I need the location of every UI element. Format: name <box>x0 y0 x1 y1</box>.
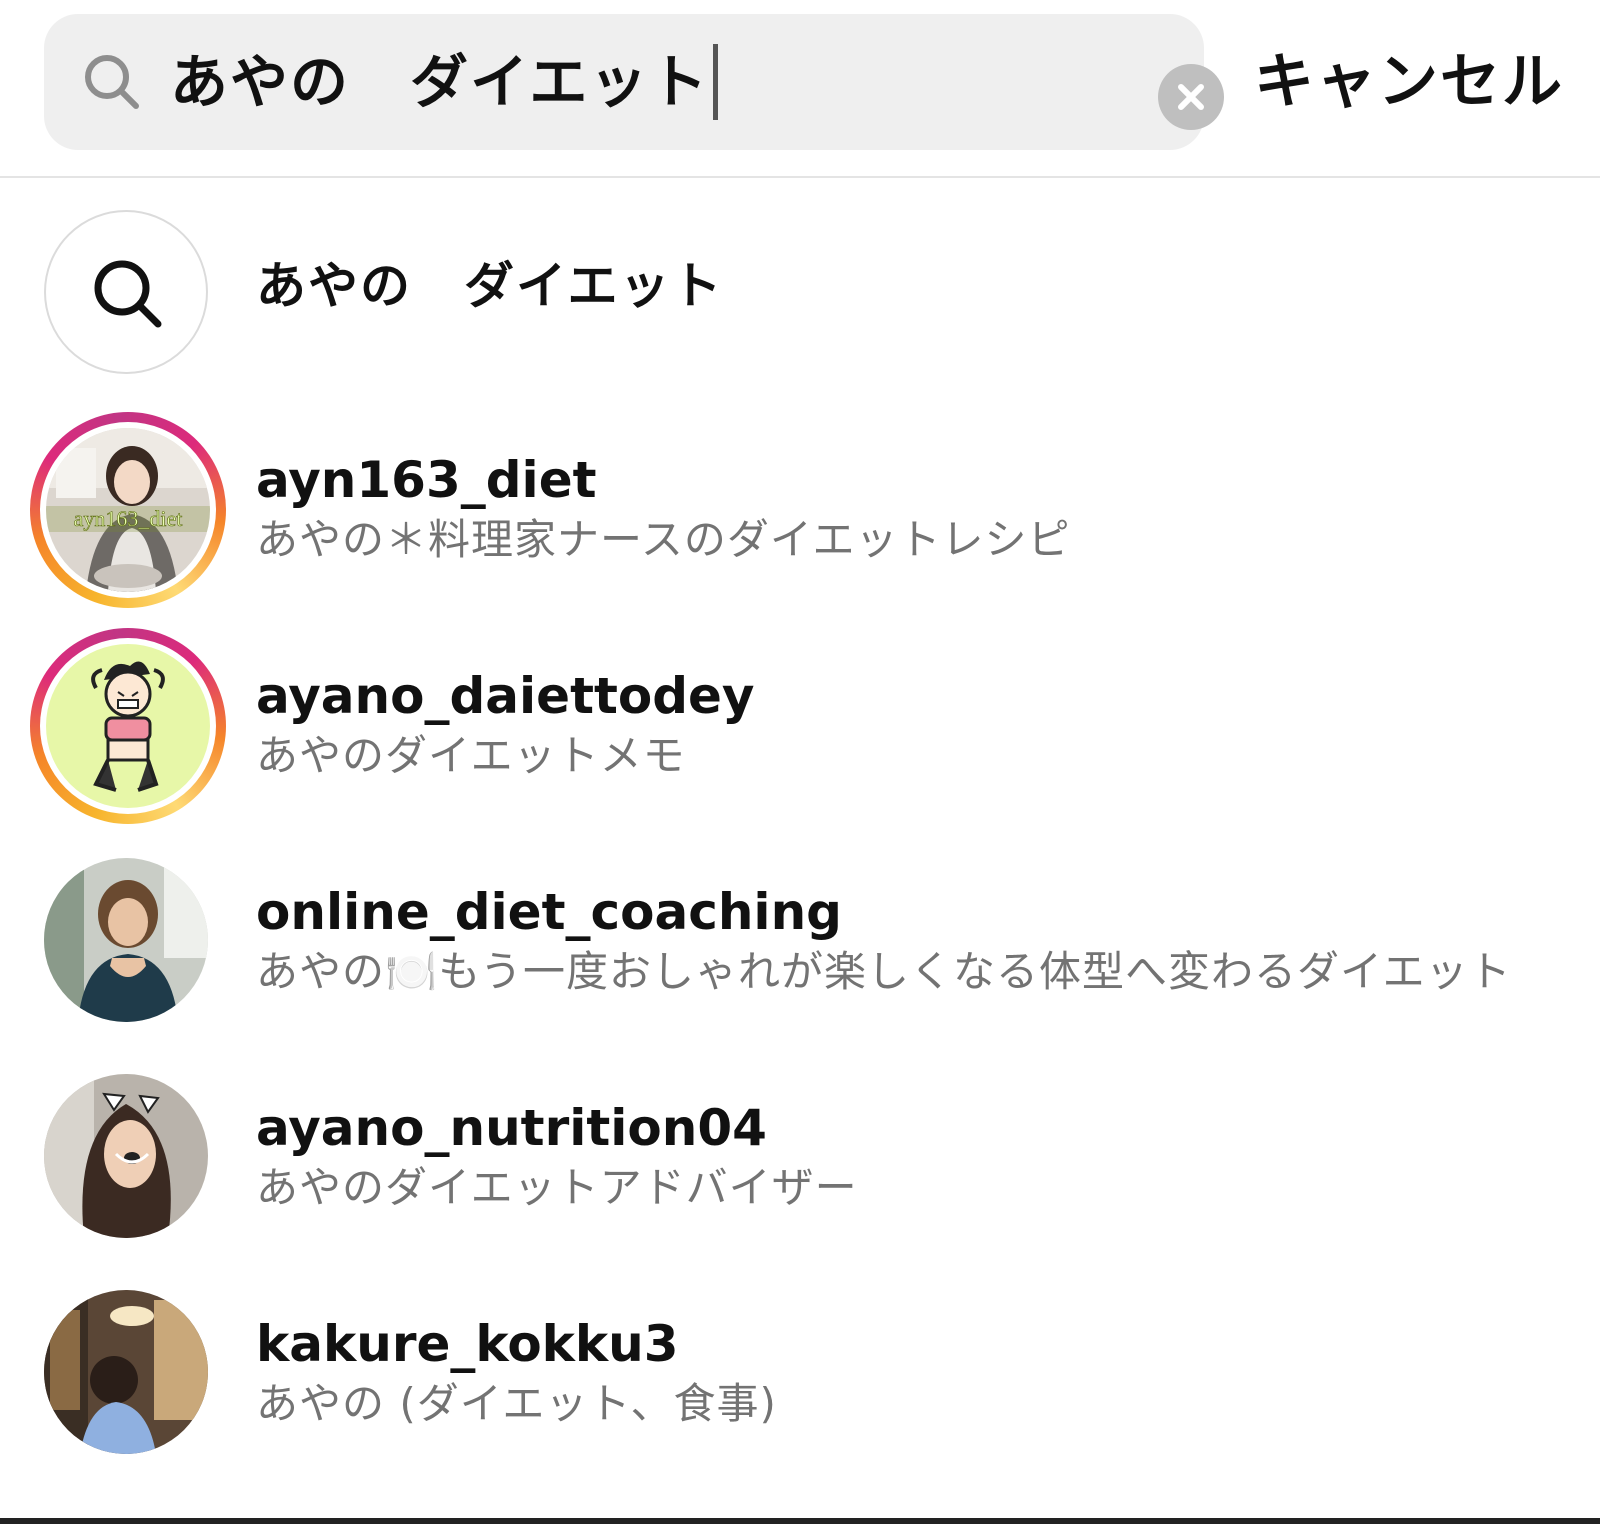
story-ring[interactable]: ayn163_diet <box>30 412 226 608</box>
result-full-name: あやの (ダイエット、食事) <box>256 1379 777 1428</box>
account-result-row[interactable]: online_diet_coaching あやの🍽️もう一度おしゃれが楽しくなる… <box>0 834 1600 1034</box>
result-full-name: あやの🍽️もう一度おしゃれが楽しくなる体型へ変わるダイエット <box>256 947 1512 996</box>
keyword-suggestion-row[interactable]: あやの ダイエット <box>0 186 1600 386</box>
result-full-name: あやの＊料理家ナースのダイエットレシピ <box>256 515 1071 564</box>
clear-search-button[interactable] <box>1158 64 1224 130</box>
text-caret <box>713 43 719 120</box>
avatar[interactable] <box>44 1290 208 1454</box>
search-icon <box>94 260 162 328</box>
avatar[interactable] <box>44 858 208 1022</box>
avatar[interactable] <box>44 1074 208 1238</box>
avatar <box>46 644 210 808</box>
result-username: ayano_daiettodey <box>256 667 755 725</box>
search-query: あやの ダイエット <box>170 14 719 150</box>
result-username: ayn163_diet <box>256 451 597 509</box>
search-input[interactable]: あやの ダイエット <box>44 14 1224 150</box>
account-result-row[interactable]: ayn163_diet ayn163_diet あやの＊料理家ナースのダイエット… <box>0 402 1600 608</box>
keyword-search-avatar <box>44 210 208 374</box>
search-header: あやの ダイエット キャンセル <box>0 0 1600 178</box>
result-username: online_diet_coaching <box>256 883 842 941</box>
result-full-name: あやのダイエットメモ <box>256 731 686 780</box>
keyword-suggestion-text: あやの ダイエット <box>256 257 724 315</box>
search-icon <box>85 55 139 109</box>
search-query-text: あやの ダイエット <box>170 48 710 116</box>
result-username: kakure_kokku3 <box>256 1315 679 1373</box>
account-result-row[interactable]: ayano_daiettodey あやのダイエットメモ <box>0 618 1600 824</box>
avatar: ayn163_diet <box>46 428 210 592</box>
story-ring[interactable] <box>30 628 226 824</box>
result-full-name: あやのダイエットアドバイザー <box>256 1163 858 1212</box>
account-result-row[interactable]: kakure_kokku3 あやの (ダイエット、食事) <box>0 1266 1600 1466</box>
result-username: ayano_nutrition04 <box>256 1099 767 1157</box>
bottom-divider <box>0 1518 1600 1524</box>
avatar-caption: ayn163_diet <box>74 506 183 531</box>
close-icon <box>1178 84 1204 110</box>
cancel-button[interactable]: キャンセル <box>1254 14 1564 150</box>
account-result-row[interactable]: ayano_nutrition04 あやのダイエットアドバイザー <box>0 1050 1600 1250</box>
